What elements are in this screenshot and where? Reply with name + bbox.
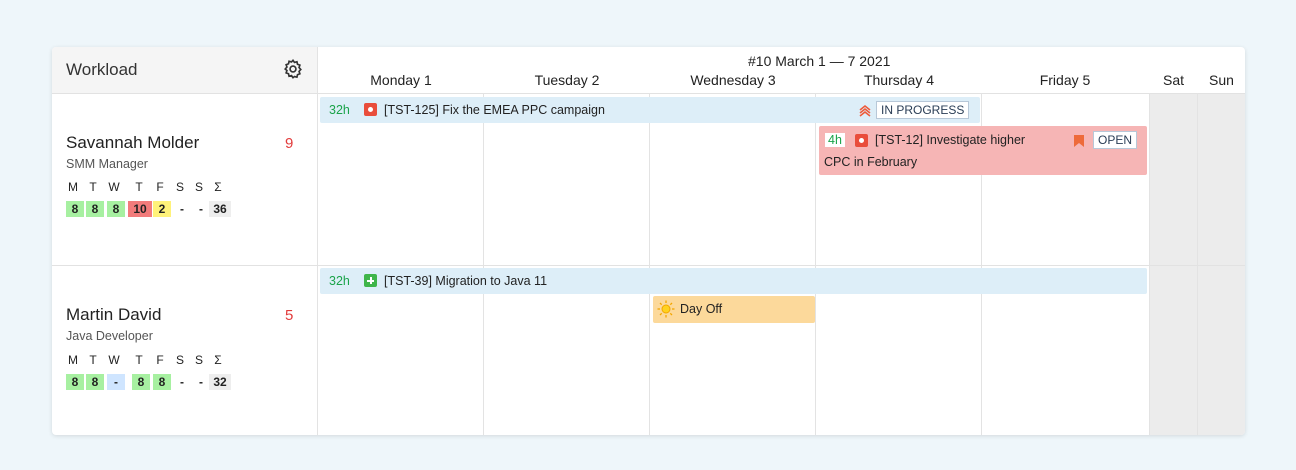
column-divider bbox=[649, 93, 650, 435]
panel-title: Workload bbox=[66, 60, 138, 79]
weekday-letter: Σ bbox=[214, 353, 222, 367]
weekday-letter: F bbox=[156, 180, 164, 194]
priority-highest-icon bbox=[859, 104, 871, 117]
hours-cell: 2 bbox=[153, 201, 171, 217]
person-role: SMM Manager bbox=[66, 157, 148, 171]
hours-cell: 10 bbox=[128, 201, 152, 217]
task-title: [TST-39] Migration to Java 11 bbox=[384, 274, 548, 288]
person-martin[interactable]: Martin David Java Developer bbox=[66, 305, 161, 343]
weekday-letter: Σ bbox=[214, 180, 222, 194]
hours-cell: 8 bbox=[86, 374, 104, 390]
column-divider bbox=[317, 47, 318, 435]
day-off-bar[interactable]: Day Off bbox=[653, 296, 815, 323]
week-title: #10 March 1 — 7 2021 bbox=[748, 53, 891, 69]
day-header-sun: Sun bbox=[1209, 72, 1234, 88]
column-divider bbox=[1149, 93, 1150, 435]
day-header-thursday: Thursday 4 bbox=[863, 72, 935, 88]
task-title-line2: CPC in February bbox=[824, 155, 918, 169]
weekday-letter: M bbox=[68, 353, 78, 367]
hours-cell: 8 bbox=[107, 201, 125, 217]
workload-panel: Workload #10 March 1 — 7 2021 Monday 1 T… bbox=[52, 47, 1245, 435]
day-header-monday: Monday 1 bbox=[370, 72, 432, 88]
task-hours: 32h bbox=[329, 274, 350, 288]
day-header-friday: Friday 5 bbox=[1039, 72, 1091, 88]
weekday-letter: M bbox=[68, 180, 78, 194]
hours-total: 32 bbox=[209, 374, 231, 390]
task-count: 5 bbox=[285, 307, 294, 324]
hours-cell: 8 bbox=[66, 374, 84, 390]
weekday-letter: T bbox=[135, 180, 143, 194]
person-name: Savannah Molder bbox=[66, 133, 200, 152]
person-name: Martin David bbox=[66, 305, 162, 324]
hours-cell: - bbox=[107, 374, 125, 390]
day-header-sat: Sat bbox=[1162, 72, 1184, 88]
bug-icon bbox=[364, 103, 377, 116]
status-badge: IN PROGRESS bbox=[876, 101, 970, 119]
hours-cell: - bbox=[180, 202, 184, 216]
column-divider bbox=[815, 93, 816, 435]
story-icon bbox=[364, 274, 377, 287]
panel-header: Workload bbox=[52, 47, 317, 94]
priority-high-icon bbox=[1074, 135, 1084, 147]
hours-cell: 8 bbox=[66, 201, 84, 217]
day-header-tuesday: Tuesday 2 bbox=[534, 72, 600, 88]
hours-total: 36 bbox=[209, 201, 231, 217]
weekday-letter: S bbox=[175, 180, 184, 194]
gear-icon[interactable] bbox=[282, 58, 304, 80]
weekday-letter: W bbox=[108, 353, 120, 367]
task-bar-tst-125[interactable]: 32h [TST-125] Fix the EMEA PPC campaign … bbox=[320, 97, 980, 123]
task-hours: 4h bbox=[825, 133, 845, 147]
hours-cell: - bbox=[199, 202, 203, 216]
task-count: 9 bbox=[285, 135, 294, 152]
hours-cell: - bbox=[199, 375, 203, 389]
weekday-letter: T bbox=[89, 180, 97, 194]
hours-cell: 8 bbox=[153, 374, 171, 390]
bug-icon bbox=[855, 134, 868, 147]
task-title-line1: [TST-12] Investigate higher bbox=[875, 133, 1026, 147]
task-hours: 32h bbox=[329, 103, 350, 117]
row-separator bbox=[52, 265, 1245, 266]
weekday-letter: S bbox=[194, 353, 203, 367]
weekday-letter: S bbox=[194, 180, 203, 194]
hours-cell: 8 bbox=[132, 374, 150, 390]
weekend-column-sat bbox=[1150, 93, 1197, 435]
sun-icon bbox=[657, 300, 675, 318]
hours-cell: - bbox=[180, 375, 184, 389]
weekday-letter: T bbox=[135, 353, 143, 367]
person-role: Java Developer bbox=[66, 329, 153, 343]
weekday-letter: T bbox=[89, 353, 97, 367]
task-bar-tst-12[interactable]: 4h [TST-12] Investigate higher CPC in Fe… bbox=[819, 126, 1147, 175]
person-savannah[interactable]: Savannah Molder SMM Manager bbox=[66, 133, 199, 171]
column-divider bbox=[1197, 93, 1198, 435]
weekday-letter: F bbox=[156, 353, 164, 367]
weekend-column-sun bbox=[1198, 93, 1245, 435]
task-title: [TST-125] Fix the EMEA PPC campaign bbox=[384, 103, 605, 117]
hours-cell: 8 bbox=[86, 201, 104, 217]
task-bar-tst-39[interactable]: 32h [TST-39] Migration to Java 11 bbox=[320, 268, 1147, 294]
weekday-letter: W bbox=[108, 180, 120, 194]
day-off-label: Day Off bbox=[680, 302, 723, 316]
status-badge: OPEN bbox=[1093, 131, 1138, 149]
column-divider bbox=[483, 93, 484, 435]
day-header-wednesday: Wednesday 3 bbox=[690, 72, 776, 88]
weekday-letter: S bbox=[175, 353, 184, 367]
